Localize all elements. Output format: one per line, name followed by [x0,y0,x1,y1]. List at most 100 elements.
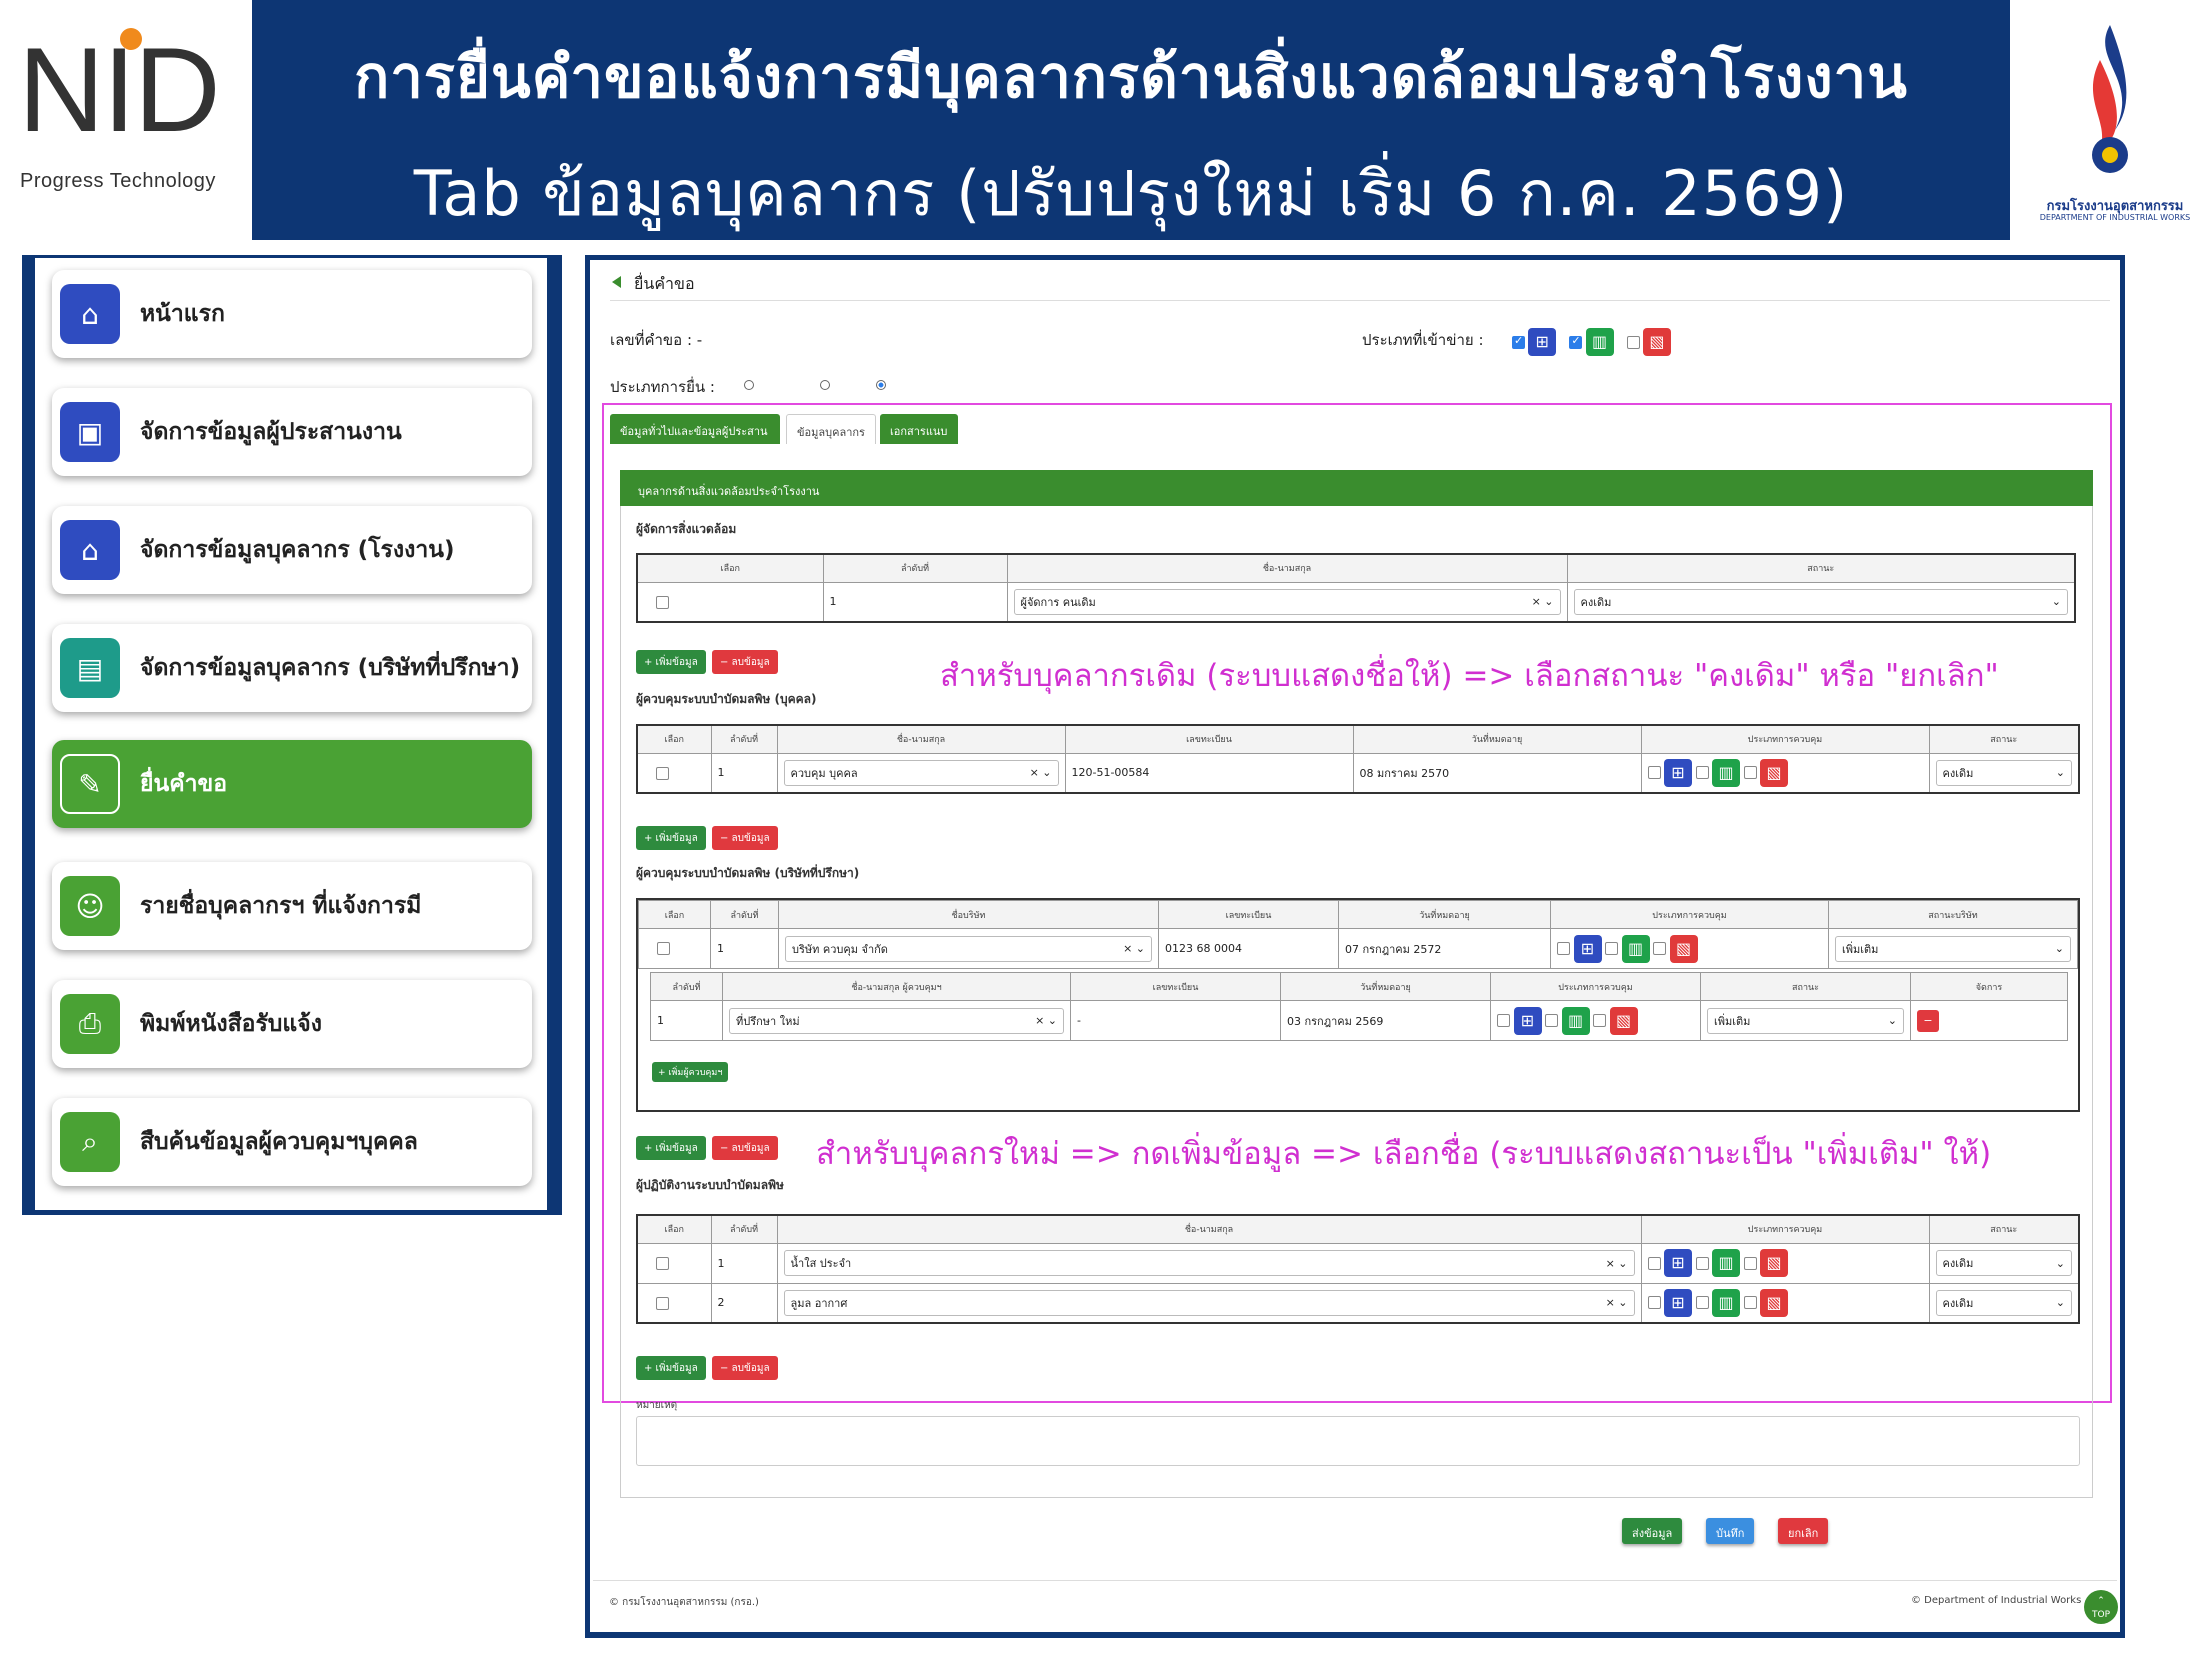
controller-select[interactable]: ที่ปรึกษา ใหม่ × ⌄ [729,1007,1064,1034]
control-type-cell: ⊞ ▥ ▧ [1640,1242,1930,1284]
sidebar-item-label: จัดการข้อมูลผู้ประสานงาน [140,419,402,445]
status-select[interactable]: คงเดิม ⌄ [1935,1289,2072,1316]
col-reg: เลขทะเบียน [1064,724,1354,754]
sidebar-item-print[interactable]: ⎙ พิมพ์หนังสือรับแจ้ง [52,980,532,1068]
add-button[interactable]: + เพิ่มข้อมูล [636,650,706,674]
delete-button[interactable]: − ลบข้อมูล [712,1136,778,1160]
type-air-checkbox[interactable] [1569,334,1583,349]
water-checkbox[interactable] [1647,766,1661,780]
row-checkbox[interactable] [656,1256,669,1270]
col-status: สถานะ [1700,972,1911,1001]
diw-logo: กรมโรงงานอุตสาหกรรม DEPARTMENT OF INDUST… [2010,0,2200,240]
radio-renew[interactable] [819,380,830,390]
footer-copyright-en: © Department of Industrial Works [1911,1595,2082,1606]
tab-personnel[interactable]: ข้อมูลบุคลากร [786,414,876,444]
name-select[interactable]: ลูมล อากาศ × ⌄ [783,1289,1635,1316]
back-to-top-button[interactable]: ⌃ TOP [2084,1590,2118,1624]
table-row: 1 บริษัท ควบคุม จำกัด × ⌄ 0123 68 0004 07… [638,928,2078,969]
col-control-type: ประเภทการควบคุม [1490,972,1701,1001]
chevron-down-icon: ⌄ [2055,1256,2065,1270]
waste-checkbox[interactable] [1653,942,1666,955]
send-button[interactable]: ส่งข้อมูล [1622,1518,1683,1544]
status-select[interactable]: คงเดิม ⌄ [1935,759,2072,786]
sidebar-item-factory-staff[interactable]: ⌂ จัดการข้อมูลบุคลากร (โรงงาน) [52,506,532,594]
footer: © กรมโรงงานอุตสาหกรรม (กรอ.) © Departmen… [593,1580,2117,1624]
air-checkbox[interactable] [1695,1256,1709,1270]
sidebar-item-coordinator[interactable]: ▣ จัดการข้อมูลผู้ประสานงาน [52,388,532,476]
note-new-staff: สำหรับบุคลกรใหม่ => กดเพิ่มข้อมูล => เลื… [816,1136,1992,1172]
status-select[interactable]: คงเดิม ⌄ [1573,588,2068,615]
remark-textarea[interactable] [636,1416,2080,1466]
add-button[interactable]: + เพิ่มข้อมูล [636,826,706,850]
home-icon: ⌂ [60,284,120,344]
row-checkbox[interactable] [656,595,669,609]
air-icon: ▥ [1712,1249,1740,1277]
chevron-down-icon: ⌄ [2051,595,2061,609]
divider [610,300,2110,301]
remove-row-button[interactable]: − [1917,1009,1939,1032]
air-checkbox[interactable] [1695,1296,1709,1310]
air-checkbox[interactable] [1695,766,1709,780]
add-button[interactable]: + เพิ่มข้อมูล [636,1356,706,1380]
company-status-select[interactable]: เพิ่มเติม ⌄ [1835,935,2071,962]
air-icon: ▥ [1712,1288,1740,1317]
row-no: 1 [710,928,779,969]
waste-checkbox[interactable] [1743,1256,1757,1270]
air-checkbox[interactable] [1605,942,1618,955]
tab-general[interactable]: ข้อมูลทั่วไปและข้อมูลผู้ประสานงาน [610,414,780,456]
waste-checkbox[interactable] [1743,766,1757,780]
radio-first[interactable] [744,380,754,390]
radio-change[interactable] [875,380,886,390]
water-checkbox[interactable] [1557,942,1570,955]
sidebar-item-submit-request[interactable]: ✎ ยื่นคำขอ [52,740,532,828]
water-checkbox[interactable] [1647,1256,1661,1270]
tab-attachments[interactable]: เอกสารแนบ [880,414,958,444]
document-edit-icon: ✎ [60,754,120,814]
row-no: 1 [710,1242,778,1284]
sidebar-item-label: พิมพ์หนังสือรับแจ้ง [140,1011,322,1037]
air-checkbox[interactable] [1545,1014,1558,1027]
operator-table: เลือก ลำดับที่ ชื่อ-นามสกุล ประเภทการควบ… [636,1214,2080,1324]
row-checkbox[interactable] [656,766,669,780]
col-status: สถานะ [1928,1214,2080,1244]
waste-icon: ▧ [1760,758,1788,787]
delete-button[interactable]: − ลบข้อมูล [712,826,778,850]
company-select[interactable]: บริษัท ควบคุม จำกัด × ⌄ [785,935,1152,962]
row-checkbox[interactable] [656,1296,669,1310]
factory-icon: ⌂ [60,520,120,580]
status-value: คงเดิม [1580,595,1612,609]
delete-button[interactable]: − ลบข้อมูล [712,1356,778,1380]
waste-checkbox[interactable] [1593,1014,1606,1027]
water-checkbox[interactable] [1497,1014,1510,1027]
waste-checkbox[interactable] [1743,1296,1757,1310]
water-checkbox[interactable] [1647,1296,1661,1310]
type-water-checkbox[interactable] [1512,334,1525,349]
contact-card-icon: ▣ [60,402,120,462]
save-button[interactable]: บันทึก [1706,1518,1755,1544]
add-controller-button[interactable]: + เพิ่มผู้ควบคุมฯ [652,1062,729,1082]
add-button[interactable]: + เพิ่มข้อมูล [636,1136,706,1160]
back-arrow-icon[interactable] [612,276,621,288]
name-select[interactable]: ควบคุม บุคคล × ⌄ [783,759,1059,786]
expire-date: 03 กรกฎาคม 2569 [1280,1000,1491,1041]
users-icon: ☺ [60,876,120,936]
name-value: ผู้จัดการ คนเดิม [1020,595,1096,609]
card-header: บุคลากรด้านสิ่งแวดล้อมประจำโรงงาน [620,470,2093,506]
col-company-status: สถานะบริษัท [1828,900,2078,929]
col-name: ชื่อ-นามสกุล [776,724,1066,754]
status-select[interactable]: เพิ่มเติม ⌄ [1707,1007,1904,1034]
sidebar-item-search[interactable]: ⌕ สืบค้นข้อมูลผู้ควบคุมฯบุคคล [52,1098,532,1186]
col-no: ลำดับที่ [822,553,1008,583]
row-checkbox[interactable] [657,942,670,956]
type-waste-checkbox[interactable] [1626,335,1640,349]
name-value: ลูมล อากาศ [790,1296,848,1310]
status-select[interactable]: คงเดิม ⌄ [1935,1250,2072,1276]
name-select[interactable]: น้ำใส ประจำ × ⌄ [783,1250,1635,1276]
delete-button[interactable]: − ลบข้อมูล [712,650,778,674]
breadcrumb[interactable]: ยื่นคำขอ [634,272,695,297]
sidebar-item-registered-list[interactable]: ☺ รายชื่อบุคลากรฯ ที่แจ้งการมี [52,862,532,950]
name-select[interactable]: ผู้จัดการ คนเดิม × ⌄ [1013,588,1561,615]
sidebar-item-home[interactable]: ⌂ หน้าแรก [52,270,532,358]
cancel-button[interactable]: ยกเลิก [1778,1518,1829,1544]
sidebar-item-consultant-staff[interactable]: ▤ จัดการข้อมูลบุคลากร (บริษัทที่ปรึกษา) [52,624,532,712]
